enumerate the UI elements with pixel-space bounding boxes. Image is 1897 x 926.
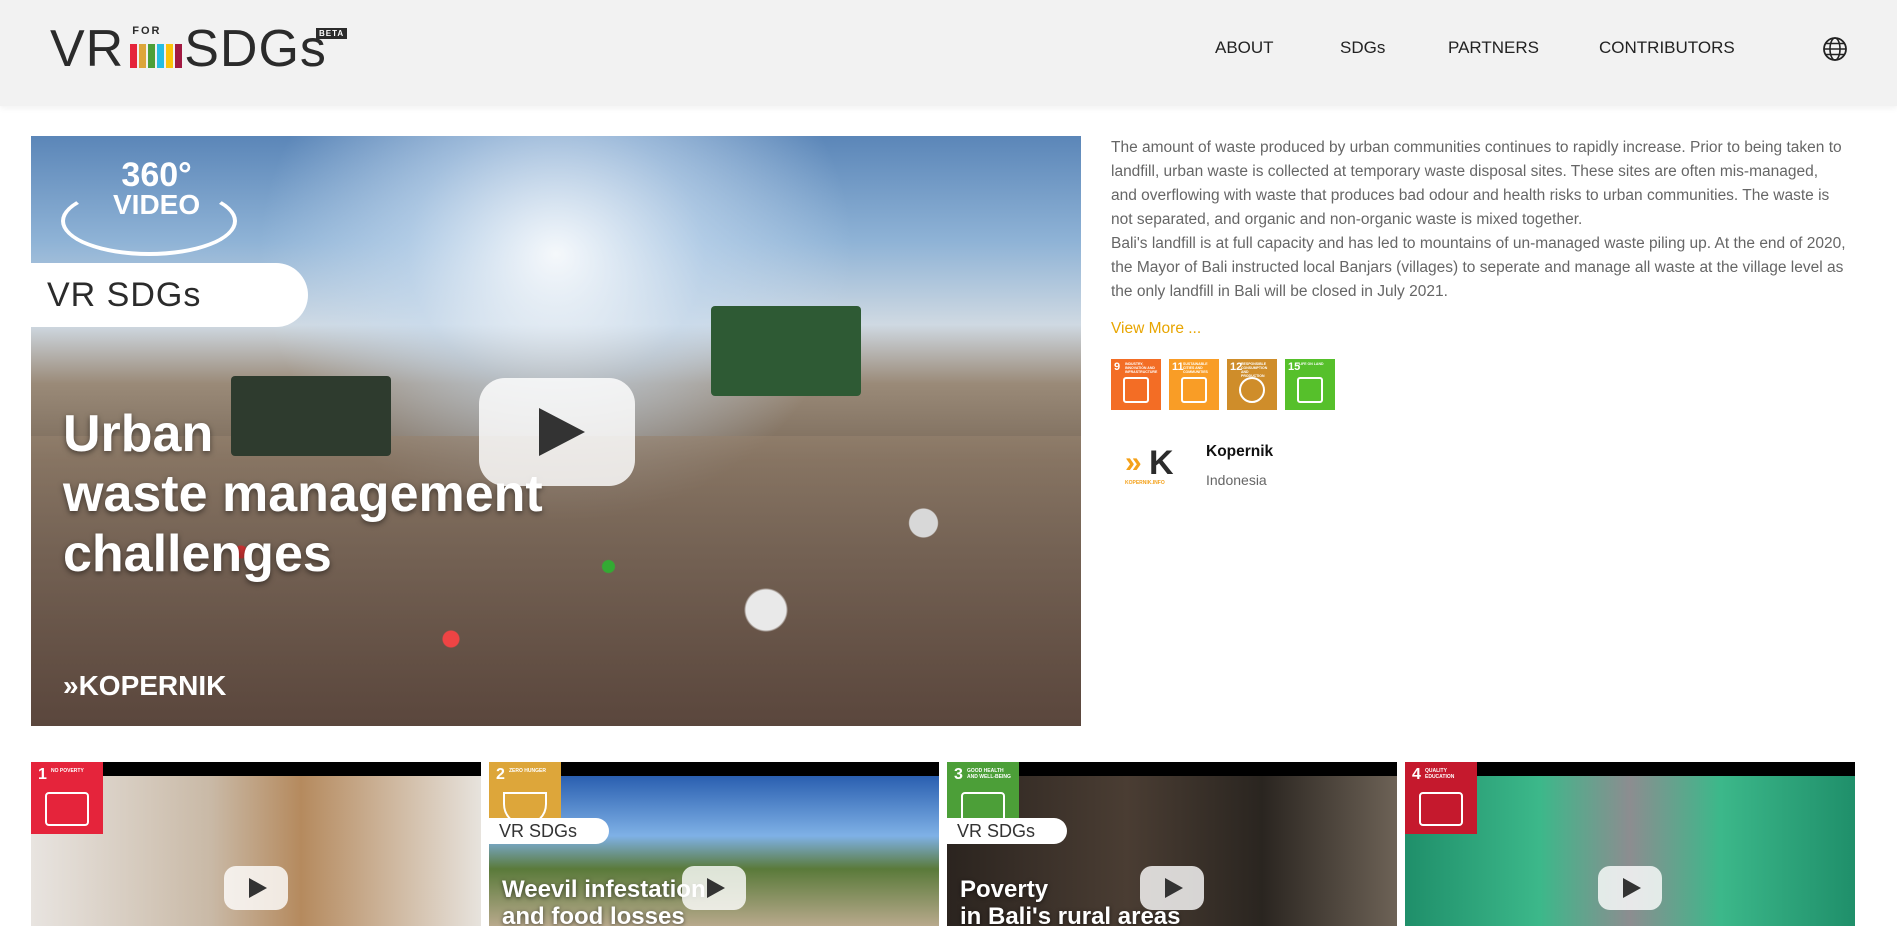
logo-vr-text: VR [50, 20, 125, 78]
site-header: VR FOR SDGs BETA ABOUT SDGs PARTNERS CON… [0, 0, 1897, 106]
partner-chevron-icon: » [1125, 446, 1142, 479]
sdg-goal-12-icon[interactable]: 12 Responsible consumption and productio… [1227, 359, 1277, 410]
hero-brand-badge: VR SDGs [31, 263, 308, 327]
partner-name[interactable]: Kopernik [1206, 443, 1273, 461]
sdg-goal-15-icon[interactable]: 15 Life on land [1285, 359, 1335, 410]
thumbnail-brand-badge: VR SDGs [489, 818, 609, 844]
video-thumbnail[interactable]: 3 Good health and well-being VR SDGs Pov… [947, 762, 1397, 926]
sdg-goal-1-icon: 1 No poverty [31, 762, 103, 834]
logo-sdgs-text: SDGs [184, 20, 327, 78]
nav-contributors[interactable]: CONTRIBUTORS [1599, 38, 1735, 58]
partner-country: Indonesia [1206, 472, 1267, 488]
video-360-mark: 360° VIDEO [61, 156, 241, 256]
sdg-goal-4-icon: 4 Quality education [1405, 762, 1477, 834]
logo-for-text: FOR [132, 25, 162, 37]
description-paragraph: The amount of waste produced by urban co… [1111, 139, 1842, 228]
view-more-link[interactable]: View More ... [1111, 320, 1201, 338]
play-icon[interactable] [224, 866, 288, 910]
beta-badge: BETA [316, 28, 348, 39]
site-logo[interactable]: VR FOR SDGs BETA [50, 20, 348, 78]
nav-partners[interactable]: PARTNERS [1448, 38, 1539, 58]
sdg-goal-list: 9 Industry, innovation and infrastructur… [1111, 359, 1335, 410]
play-icon[interactable] [479, 378, 635, 486]
partner-logo[interactable]: » K KOPERNIK.INFO [1121, 440, 1183, 492]
hero-video[interactable]: 360° VIDEO VR SDGs Urban waste managemen… [31, 136, 1081, 726]
play-icon[interactable] [1598, 866, 1662, 910]
thumbnail-brand-badge: VR SDGs [947, 818, 1067, 844]
logo-color-blocks [130, 44, 183, 68]
video-thumbnail[interactable]: 1 No poverty [31, 762, 481, 926]
globe-icon[interactable] [1822, 36, 1848, 62]
play-icon[interactable] [682, 866, 746, 910]
thumbnail-title: Weevil infestation and food losses [502, 876, 706, 926]
sdg-goal-9-icon[interactable]: 9 Industry, innovation and infrastructur… [1111, 359, 1161, 410]
partner-logo-sub: KOPERNIK.INFO [1125, 480, 1165, 486]
nav-sdgs[interactable]: SDGs [1340, 38, 1385, 58]
hero-truck-image [711, 306, 861, 396]
video-360-label: 360° VIDEO [113, 156, 201, 220]
description-paragraph: Bali's landfill is at full capacity and … [1111, 235, 1846, 300]
sdg-goal-11-icon[interactable]: 11 Sustainable cities and communities [1169, 359, 1219, 410]
nav-about[interactable]: ABOUT [1215, 38, 1274, 58]
video-description: The amount of waste produced by urban co… [1111, 136, 1847, 304]
hero-video-title: Urban waste management challenges [63, 405, 543, 583]
video-thumbnail[interactable]: 4 Quality education [1405, 762, 1855, 926]
partner-logo-letter: K [1149, 444, 1174, 482]
hero-partner-watermark: »KOPERNIK [63, 670, 227, 701]
logo-for-mark: FOR [126, 25, 183, 72]
play-icon[interactable] [1140, 866, 1204, 910]
video-thumbnail[interactable]: 2 Zero hunger VR SDGs Weevil infestation… [489, 762, 939, 926]
